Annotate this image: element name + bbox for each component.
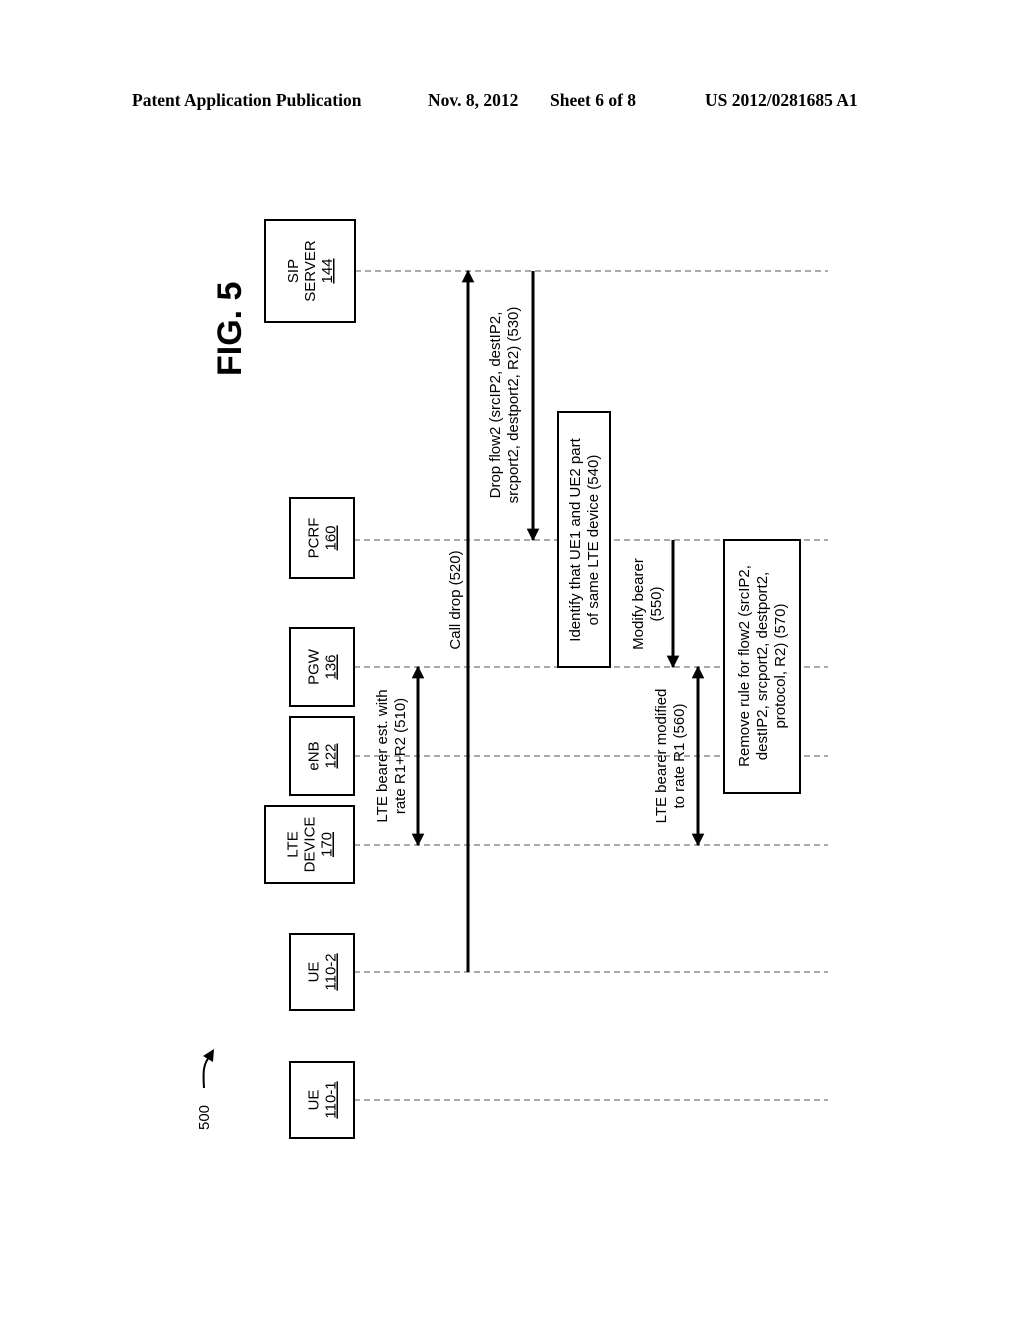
message-label-line: Remove rule for flow2 (srcIP2, bbox=[736, 565, 753, 767]
message-530: Drop flow2 (srcIP2, destIP2, srcport2, de… bbox=[487, 271, 540, 542]
entity-ref-number: 144 bbox=[319, 258, 336, 283]
message-label-line: Call drop (520) bbox=[447, 550, 464, 649]
entity-sip: SIP SERVER 144 bbox=[264, 219, 356, 323]
message-560: LTE bearer modified to rate R1 (560) bbox=[653, 665, 705, 847]
message-510: LTE bearer est. with rate R1+R2 (510) bbox=[374, 665, 425, 847]
entity-pgw: PGW 136 bbox=[289, 627, 355, 707]
reference-arrow-icon bbox=[202, 1055, 211, 1089]
message-540: Identify that UE1 and UE2 part of same LT… bbox=[557, 411, 611, 668]
sequence-diagram: FIG. 5 500 SIP SERVER 144PCRF 160PGW 136eNB 1… bbox=[196, 219, 828, 1139]
message-label-line: destIP2, srcport2, destport2, bbox=[754, 572, 771, 760]
entity-ref-number: 110-2 bbox=[323, 953, 340, 990]
entity-ref-number: 136 bbox=[323, 654, 340, 679]
message-label-line: protocol, R2) (570) bbox=[772, 603, 789, 728]
message-label-line: to rate R1 (560) bbox=[671, 703, 688, 808]
entity-ref-number: 122 bbox=[323, 743, 340, 768]
entity-boxes: SIP SERVER 144 PCRF 160 PGW 136 eNB 122 LTE DEVICE… bbox=[264, 219, 356, 1139]
message-label-line: (550) bbox=[648, 586, 665, 621]
entity-name: UE bbox=[306, 1090, 323, 1111]
entity-pcrf: PCRF 160 bbox=[289, 497, 355, 579]
message-550: Modify bearer (550) bbox=[630, 540, 680, 669]
message-label-line: LTE bearer est. with bbox=[374, 689, 391, 822]
message-570: Remove rule for flow2 (srcIP2, destIP2, s… bbox=[723, 539, 801, 794]
message-label-line: Drop flow2 (srcIP2, destIP2, bbox=[487, 312, 504, 499]
entity-ref-number: 160 bbox=[323, 525, 340, 550]
message-label-line: rate R1+R2 (510) bbox=[392, 698, 409, 814]
entity-name: PGW bbox=[306, 648, 323, 685]
entity-name: UE bbox=[306, 962, 323, 983]
entity-lte: LTE DEVICE 170 bbox=[264, 805, 355, 884]
message-520: Call drop (520) bbox=[447, 269, 475, 972]
entity-name: eNB bbox=[306, 741, 323, 770]
entity-name: LTE bbox=[285, 831, 302, 857]
entity-ref-number: 110-1 bbox=[323, 1081, 340, 1118]
message-label-line: srcport2, destport2, R2) (530) bbox=[505, 307, 522, 504]
entity-name: DEVICE bbox=[302, 817, 319, 873]
figure-reference: 500 bbox=[196, 1105, 213, 1130]
message-label-line: Modify bearer bbox=[630, 558, 647, 650]
entity-ref-number: 170 bbox=[319, 832, 336, 857]
entity-enb: eNB 122 bbox=[289, 716, 355, 796]
message-label-line: LTE bearer modified bbox=[653, 689, 670, 824]
figure-title: FIG. 5 bbox=[211, 282, 249, 376]
reference-arrowhead-icon bbox=[203, 1049, 214, 1062]
entity-name: PCRF bbox=[306, 518, 323, 559]
entity-ue2: UE 110-2 bbox=[289, 933, 355, 1011]
action-box bbox=[557, 411, 611, 668]
message-label-line: of same LTE device (540) bbox=[585, 455, 602, 626]
messages: LTE bearer est. with rate R1+R2 (510) Call… bbox=[374, 269, 801, 972]
entity-name: SERVER bbox=[302, 240, 319, 302]
message-label-line: Identify that UE1 and UE2 part bbox=[567, 437, 584, 641]
entity-name: SIP bbox=[285, 259, 302, 283]
entity-ue1: UE 110-1 bbox=[289, 1061, 355, 1139]
